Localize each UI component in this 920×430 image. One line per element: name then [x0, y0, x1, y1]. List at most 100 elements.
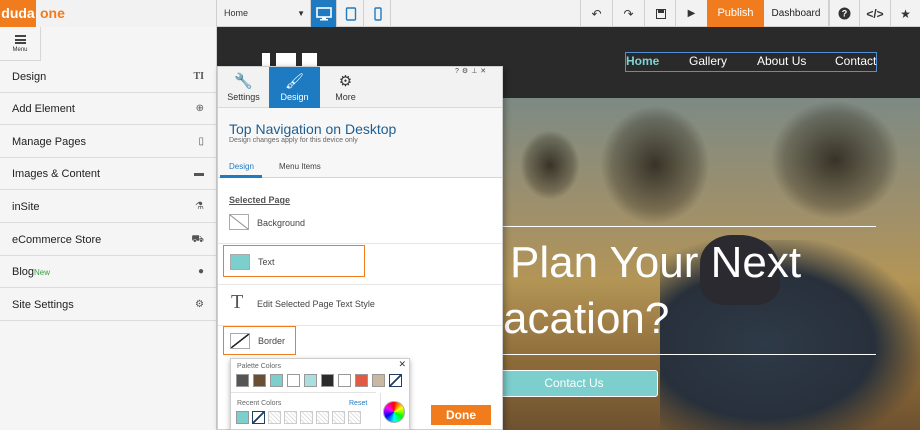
- tab-settings[interactable]: 🔧 Settings: [218, 67, 269, 108]
- color-swatch[interactable]: [372, 374, 385, 387]
- hero-heading-line1[interactable]: Plan Your Next: [510, 238, 801, 288]
- color-swatch[interactable]: [300, 411, 313, 424]
- mobile-device-button[interactable]: [365, 0, 391, 27]
- sidebar-item-label: Blog: [12, 266, 35, 278]
- sidebar-item-design[interactable]: Design TI: [0, 61, 216, 93]
- hero-divider-top: [503, 226, 876, 227]
- color-swatch[interactable]: [236, 374, 249, 387]
- hero-heading-line2[interactable]: acation?: [503, 294, 669, 344]
- brush-icon: 🖌: [284, 73, 305, 90]
- reset-link[interactable]: Reset: [349, 400, 367, 407]
- save-icon: [655, 8, 666, 19]
- tree-shape: [520, 130, 580, 200]
- gear-icon[interactable]: ⚙: [462, 68, 471, 75]
- pin-icon[interactable]: ⊥: [471, 68, 480, 75]
- color-swatch[interactable]: [316, 411, 329, 424]
- color-swatch[interactable]: [287, 374, 300, 387]
- hamburger-icon: [14, 35, 26, 44]
- nav-link-contact[interactable]: Contact: [835, 54, 876, 68]
- play-icon: ▶: [687, 8, 696, 19]
- plus-circle-icon: ⊕: [195, 103, 204, 114]
- publish-button[interactable]: Publish: [707, 0, 764, 27]
- save-button[interactable]: [644, 0, 676, 27]
- subtab-design[interactable]: Design: [229, 162, 254, 171]
- menu-button[interactable]: Menu: [0, 27, 41, 61]
- help-icon: ?: [838, 7, 851, 20]
- sidebar-item-manage-pages[interactable]: Manage Pages ▯: [0, 126, 216, 158]
- color-swatch[interactable]: [252, 411, 265, 424]
- subtab-indicator: [220, 175, 262, 178]
- recent-swatches: [236, 411, 361, 424]
- tablet-device-button[interactable]: [338, 0, 364, 27]
- palette-label: Palette Colors: [237, 363, 281, 370]
- chat-icon: ●: [197, 266, 204, 277]
- tab-design[interactable]: 🖌 Design: [269, 67, 320, 108]
- row-edit-text-style: [218, 285, 502, 326]
- border-color-swatch[interactable]: [230, 333, 250, 349]
- wrench-icon: 🔧: [234, 73, 253, 90]
- chevron-down-icon: ▼: [297, 9, 305, 18]
- mobile-icon: [373, 6, 382, 21]
- color-swatch[interactable]: [355, 374, 368, 387]
- cart-icon: ⛟: [191, 234, 204, 245]
- code-button[interactable]: </>: [859, 0, 890, 27]
- help-button[interactable]: ?: [829, 0, 859, 27]
- color-swatch[interactable]: [304, 374, 317, 387]
- color-swatch[interactable]: [284, 411, 297, 424]
- color-swatch[interactable]: [268, 411, 281, 424]
- flask-icon: ⚗: [195, 201, 204, 212]
- nav-link-gallery[interactable]: Gallery: [689, 54, 727, 68]
- undo-icon: ↶: [591, 6, 602, 21]
- dashboard-button[interactable]: Dashboard: [764, 0, 829, 27]
- sidebar-item-insite[interactable]: inSite ⚗: [0, 191, 216, 223]
- desktop-device-button[interactable]: [311, 0, 337, 27]
- tree-shape: [600, 105, 710, 225]
- sidebar-item-blog[interactable]: BlogNew ●: [0, 256, 216, 288]
- row-text: [218, 244, 502, 285]
- row-background[interactable]: Background: [218, 203, 502, 244]
- color-swatch[interactable]: [253, 374, 266, 387]
- tree-shape: [770, 100, 900, 220]
- background-swatch[interactable]: [229, 214, 249, 230]
- help-icon[interactable]: ?: [455, 68, 462, 75]
- logo-duda: duda: [0, 0, 36, 27]
- color-swatch[interactable]: [270, 374, 283, 387]
- redo-button[interactable]: ↷: [612, 0, 644, 27]
- subtab-menu-items[interactable]: Menu Items: [279, 162, 321, 171]
- sidebar-item-label: Add Element: [12, 103, 75, 115]
- color-wheel-icon[interactable]: [383, 401, 405, 423]
- undo-button[interactable]: ↶: [580, 0, 612, 27]
- close-icon[interactable]: ✕: [480, 68, 489, 75]
- sidebar-item-label: inSite: [12, 201, 40, 213]
- preview-button[interactable]: ▶: [675, 0, 707, 27]
- sidebar-item-site-settings[interactable]: Site Settings ⚙: [0, 289, 216, 321]
- sidebar-item-label: eCommerce Store: [12, 234, 102, 246]
- divider: [231, 392, 376, 393]
- close-icon[interactable]: ✕: [398, 359, 406, 370]
- page-select-value: Home: [224, 8, 249, 18]
- gears-icon: ⚙: [338, 73, 353, 90]
- color-swatch[interactable]: [332, 411, 345, 424]
- sidebar-item-ecommerce[interactable]: eCommerce Store ⛟: [0, 224, 216, 256]
- tab-more[interactable]: ⚙ More: [320, 67, 371, 108]
- color-swatch[interactable]: [321, 374, 334, 387]
- nav-link-home[interactable]: Home: [626, 54, 659, 68]
- color-swatch[interactable]: [338, 374, 351, 387]
- nav-link-about[interactable]: About Us: [757, 54, 806, 68]
- sidebar-item-images-content[interactable]: Images & Content ▬: [0, 158, 216, 190]
- color-swatch[interactable]: [236, 411, 249, 424]
- panel-title: Top Navigation on Desktop: [229, 121, 397, 137]
- color-swatch[interactable]: [389, 374, 402, 387]
- tab-label: Settings: [227, 92, 260, 102]
- row-label: Border: [258, 336, 286, 346]
- sidebar-item-label: Images & Content: [12, 168, 101, 180]
- sidebar-item-label: Site Settings: [12, 299, 74, 311]
- favorite-button[interactable]: ★: [890, 0, 920, 27]
- sidebar-item-add-element[interactable]: Add Element ⊕: [0, 93, 216, 125]
- panel-window-controls[interactable]: ?⚙⊥✕: [455, 67, 500, 77]
- border-row-highlight[interactable]: Border: [223, 326, 296, 355]
- color-swatch[interactable]: [348, 411, 361, 424]
- contact-us-button[interactable]: Contact Us: [490, 370, 658, 397]
- done-button[interactable]: Done: [431, 405, 491, 425]
- page-select[interactable]: Home ▼: [217, 0, 311, 27]
